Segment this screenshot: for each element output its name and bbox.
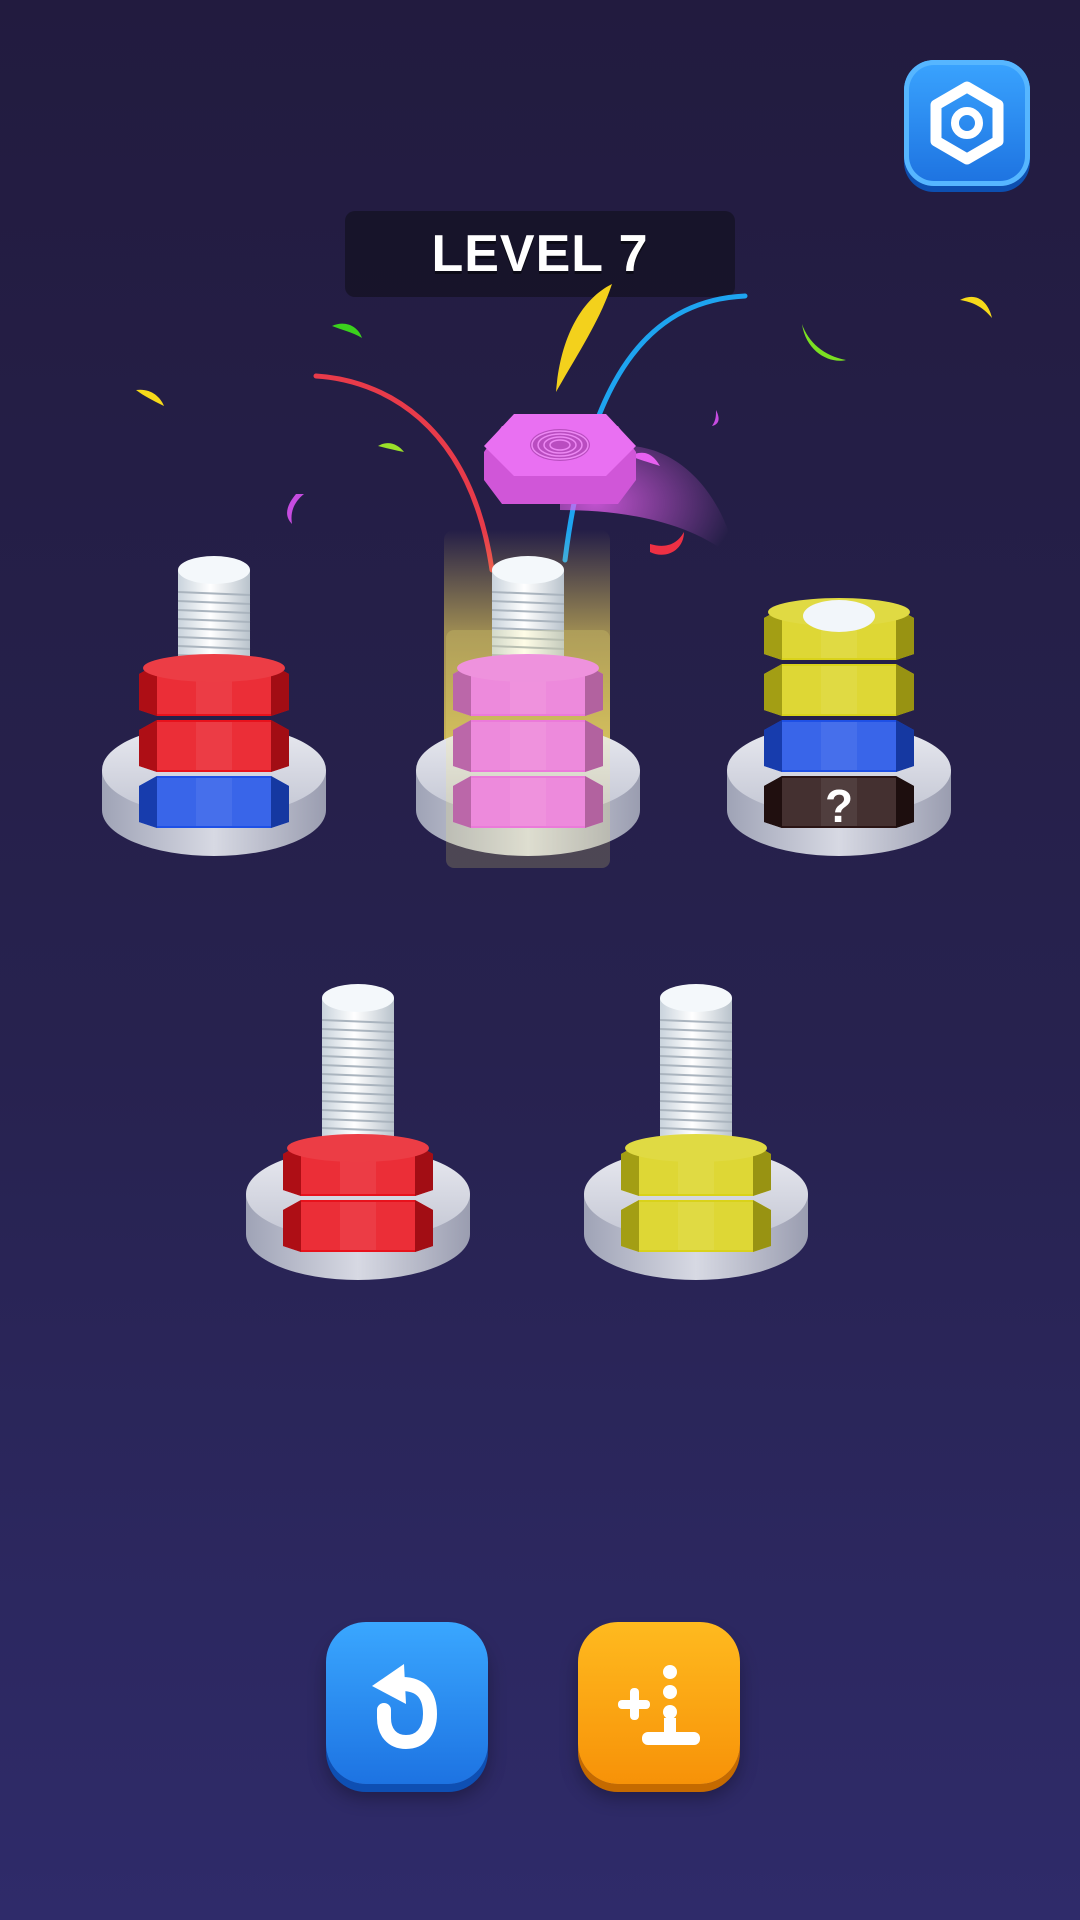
question-mark-icon: ?	[825, 780, 853, 832]
screw-top	[803, 600, 875, 632]
yellow-nut	[621, 1200, 771, 1252]
blue-nut	[764, 720, 914, 772]
red-nut	[283, 1134, 433, 1196]
hidden-nut: ?	[764, 776, 914, 832]
add-bolt-button[interactable]	[578, 1622, 740, 1784]
yellow-nut	[764, 598, 914, 660]
red-nut	[139, 720, 289, 772]
bolt-5[interactable]	[584, 984, 808, 1280]
bolt-4[interactable]	[246, 984, 470, 1280]
undo-icon	[372, 1664, 438, 1750]
bolt-1[interactable]	[102, 556, 326, 856]
undo-button[interactable]	[326, 1622, 488, 1784]
blue-nut	[139, 776, 289, 828]
game-board: ?	[102, 284, 992, 1280]
yellow-nut	[621, 1134, 771, 1196]
selection-highlight	[446, 630, 610, 868]
red-nut	[283, 1200, 433, 1252]
lifted-nut	[484, 414, 636, 504]
yellow-nut	[764, 664, 914, 716]
add-bolt-icon	[618, 1665, 700, 1745]
red-nut	[139, 654, 289, 716]
bolt-3[interactable]: ?	[727, 598, 951, 856]
